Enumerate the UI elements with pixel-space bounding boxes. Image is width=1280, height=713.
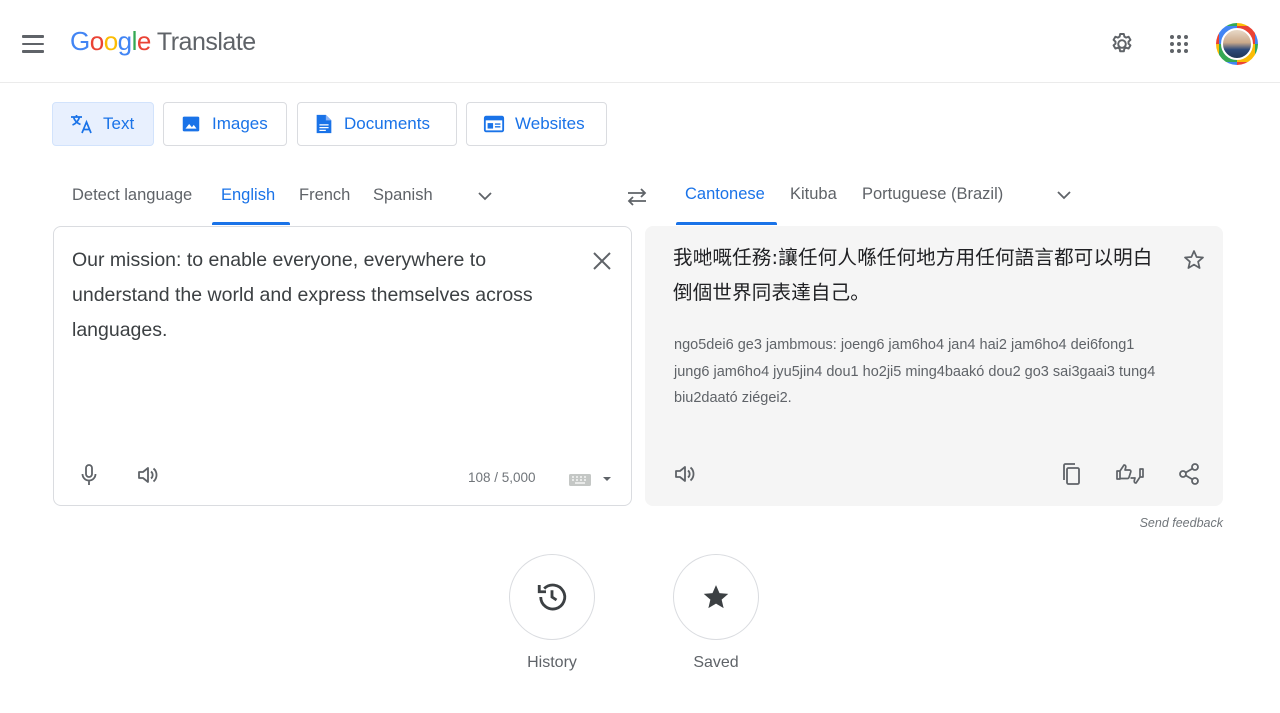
- target-lang-portuguese-brazil[interactable]: Portuguese (Brazil): [862, 185, 1003, 204]
- source-lang-french[interactable]: French: [299, 186, 350, 205]
- copy-translation-icon[interactable]: [1057, 460, 1085, 488]
- listen-translation-speaker-icon[interactable]: [671, 460, 699, 488]
- keyboard-dropdown-icon: [603, 477, 611, 481]
- document-icon: [316, 114, 332, 134]
- settings-icon[interactable]: [1106, 28, 1138, 60]
- tab-documents-label: Documents: [344, 114, 430, 133]
- source-lang-more-chevron-down-icon[interactable]: [473, 184, 497, 208]
- source-lang-indicator: [212, 222, 290, 225]
- clear-source-text-close-icon[interactable]: [588, 247, 616, 275]
- input-tools-button[interactable]: [568, 471, 612, 487]
- microphone-icon[interactable]: [76, 461, 102, 489]
- character-count: 108 / 5,000: [468, 470, 536, 485]
- history-button[interactable]: History: [507, 554, 597, 672]
- translation-output-panel: 我哋嘅任務:讓任何人喺任何地方用任何語言都可以明白倒個世界同表達自己。 ngo5…: [645, 226, 1223, 506]
- save-translation-star-icon[interactable]: [1180, 246, 1208, 274]
- tab-text-label: Text: [103, 114, 135, 133]
- product-name: Translate: [156, 28, 256, 56]
- saved-label: Saved: [693, 654, 739, 671]
- web-icon: [483, 115, 505, 133]
- keyboard-icon: [569, 474, 591, 486]
- account-avatar[interactable]: [1216, 23, 1258, 65]
- swap-languages-icon[interactable]: [622, 183, 652, 211]
- share-translation-icon[interactable]: [1175, 460, 1203, 488]
- tab-text[interactable]: Text: [52, 102, 154, 146]
- source-text-panel: Our mission: to enable everyone, everywh…: [53, 226, 632, 506]
- target-lang-kituba[interactable]: Kituba: [790, 185, 837, 204]
- target-lang-cantonese[interactable]: Cantonese: [685, 185, 765, 204]
- source-lang-detect[interactable]: Detect language: [72, 186, 192, 205]
- tab-images-label: Images: [212, 114, 268, 133]
- apps-grid-icon[interactable]: [1163, 28, 1195, 60]
- tab-documents[interactable]: Documents: [297, 102, 457, 146]
- listen-source-speaker-icon[interactable]: [134, 461, 162, 489]
- target-lang-indicator: [676, 222, 777, 225]
- image-icon: [182, 116, 200, 132]
- tab-websites-label: Websites: [515, 114, 585, 133]
- translation-text: 我哋嘅任務:讓任何人喺任何地方用任何語言都可以明白倒個世界同表達自己。: [673, 246, 1153, 304]
- google-translate-logo[interactable]: Google Translate: [70, 26, 256, 57]
- translation-romanization: ngo5dei6 ge3 jambmous: joeng6 jam6ho4 ja…: [674, 337, 1156, 406]
- tab-images[interactable]: Images: [163, 102, 287, 146]
- history-label: History: [527, 654, 577, 671]
- tab-websites[interactable]: Websites: [466, 102, 607, 146]
- saved-button[interactable]: Saved: [671, 554, 761, 672]
- source-text-input[interactable]: Our mission: to enable everyone, everywh…: [72, 243, 552, 348]
- history-icon: [537, 583, 567, 611]
- source-lang-spanish[interactable]: Spanish: [373, 186, 433, 205]
- send-feedback-link[interactable]: Send feedback: [1140, 516, 1223, 530]
- rate-translation-thumbs-icon[interactable]: [1114, 460, 1146, 488]
- source-lang-english[interactable]: English: [221, 186, 275, 205]
- target-lang-more-chevron-down-icon[interactable]: [1052, 183, 1076, 207]
- star-icon: [703, 585, 729, 609]
- app-header: Google Translate: [0, 0, 1280, 83]
- translate-icon: [71, 115, 92, 134]
- main-menu-button[interactable]: [22, 30, 52, 58]
